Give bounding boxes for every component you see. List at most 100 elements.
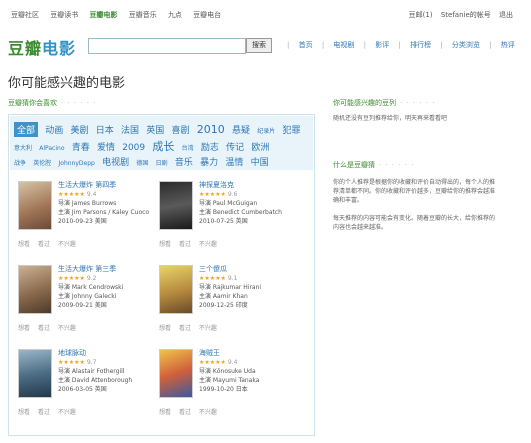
movie-rating: ★★★★★ 9.4: [199, 358, 299, 367]
tag[interactable]: 传记: [226, 140, 244, 153]
movie-poster[interactable]: [159, 349, 193, 398]
tag[interactable]: 意大利: [14, 143, 32, 152]
search-button[interactable]: 搜索: [246, 38, 272, 53]
tag[interactable]: 暴力: [200, 155, 218, 168]
watched-link[interactable]: 看过: [179, 325, 191, 332]
tag[interactable]: 法国: [121, 123, 139, 136]
site-links: 豆瓣社区 豆瓣读书 豆瓣电影 豆瓣音乐 九点 豆瓣电台: [11, 10, 230, 20]
movie-title[interactable]: 生活大爆炸 第四季: [58, 181, 158, 190]
rating-stars: ★★★★★: [58, 275, 85, 282]
movie-title[interactable]: 海贼王: [199, 349, 299, 358]
movie-poster[interactable]: [159, 181, 193, 230]
tag[interactable]: 喜剧: [172, 123, 190, 136]
nav-home[interactable]: 首页: [299, 41, 313, 49]
tag[interactable]: 日本: [96, 123, 114, 136]
nav-reviews[interactable]: 影评: [375, 41, 389, 49]
watched-link[interactable]: 看过: [38, 241, 50, 248]
tag[interactable]: 欧洲: [251, 140, 269, 153]
recommendation-panel: 全部 动画 美剧 日本 法国 英国 喜剧 2010 悬疑 纪录片 犯罪 意大利 …: [8, 114, 315, 436]
tag[interactable]: 犯罪: [282, 123, 300, 136]
sidebar-doulist-text: 随机还没有豆列推荐给你，明天再来看看吧: [333, 115, 448, 122]
movie-poster[interactable]: [18, 349, 52, 398]
tag[interactable]: 德国: [136, 158, 148, 167]
site-link-jiudian[interactable]: 九点: [168, 11, 182, 19]
logo-main: 豆瓣: [8, 39, 43, 58]
dotted-divider: · · · · · ·: [400, 99, 436, 107]
search-input[interactable]: [88, 38, 246, 54]
section-label-text: 豆瓣猜你会喜欢: [8, 99, 57, 107]
site-link-radio[interactable]: 豆瓣电台: [193, 11, 221, 19]
movie-actions: 想看 看过 不兴趣: [18, 323, 82, 332]
tag[interactable]: 爱情: [97, 140, 115, 153]
tag[interactable]: 日剧: [156, 158, 168, 167]
tag[interactable]: 台湾: [182, 143, 194, 152]
movie-title[interactable]: 神探夏洛克: [199, 181, 299, 190]
movie-info: 地球脉动 ★★★★★ 9.7 导演 Alastair Fothergill 主演 …: [58, 349, 158, 394]
watched-link[interactable]: 看过: [179, 241, 191, 248]
rating-score: 9.1: [227, 275, 238, 282]
not-interested-link[interactable]: 不兴趣: [199, 325, 217, 332]
nav-hot-reviews[interactable]: 热评: [501, 41, 515, 49]
site-link-music[interactable]: 豆瓣音乐: [129, 11, 157, 19]
movie-actions: 想看 看过 不兴趣: [159, 239, 223, 248]
tag[interactable]: 音乐: [175, 155, 193, 168]
not-interested-link[interactable]: 不兴趣: [58, 409, 76, 416]
rating-score: 9.2: [86, 275, 97, 282]
movie-title[interactable]: 生活大爆炸 第三季: [58, 265, 158, 274]
want-to-watch-link[interactable]: 想看: [159, 241, 171, 248]
dotted-divider: · · · · · ·: [61, 99, 97, 107]
tag[interactable]: 战争: [14, 158, 26, 167]
tag[interactable]: 动画: [45, 123, 63, 136]
tag[interactable]: 纪录片: [257, 126, 275, 135]
mail-link[interactable]: 豆邮(1): [409, 11, 433, 19]
not-interested-link[interactable]: 不兴趣: [199, 241, 217, 248]
want-to-watch-link[interactable]: 想看: [18, 241, 30, 248]
nav-tv[interactable]: 电视剧: [333, 41, 354, 49]
tag-all[interactable]: 全部: [14, 122, 39, 137]
tag[interactable]: 美剧: [71, 123, 89, 136]
tag[interactable]: JohnnyDepp: [59, 160, 95, 167]
tag[interactable]: AlPacino: [39, 145, 64, 152]
tag[interactable]: 2010: [197, 123, 225, 136]
tag[interactable]: 电视剧: [102, 155, 129, 168]
logout-link[interactable]: 退出: [499, 11, 513, 19]
movie-actions: 想看 看过 不兴趣: [18, 239, 82, 248]
nav-charts[interactable]: 排行榜: [410, 41, 431, 49]
watched-link[interactable]: 看过: [38, 409, 50, 416]
want-to-watch-link[interactable]: 想看: [18, 409, 30, 416]
douban-movie-logo[interactable]: 豆瓣 电影: [8, 35, 75, 59]
tag[interactable]: 英伦腔: [33, 158, 51, 167]
want-to-watch-link[interactable]: 想看: [159, 325, 171, 332]
tag[interactable]: 青春: [72, 140, 90, 153]
site-link-books[interactable]: 豆瓣读书: [50, 11, 78, 19]
not-interested-link[interactable]: 不兴趣: [58, 241, 76, 248]
want-to-watch-link[interactable]: 想看: [159, 409, 171, 416]
tag[interactable]: 温情: [225, 155, 243, 168]
tag[interactable]: 励志: [201, 140, 219, 153]
movie-poster[interactable]: [18, 181, 52, 230]
not-interested-link[interactable]: 不兴趣: [58, 325, 76, 332]
movie-info: 生活大爆炸 第三季 ★★★★★ 9.2 导演 Mark Cendrowski 主演…: [58, 265, 158, 310]
rating-stars: ★★★★★: [58, 359, 85, 366]
nav-browse[interactable]: 分类浏览: [452, 41, 480, 49]
movie-title[interactable]: 地球脉动: [58, 349, 158, 358]
movie-actions: 想看 看过 不兴趣: [159, 407, 223, 416]
tag[interactable]: 英国: [146, 123, 164, 136]
account-link[interactable]: Stefanie的帐号: [441, 11, 491, 19]
movie-date: 2010-07-25 英国: [199, 218, 248, 225]
tag[interactable]: 中国: [251, 155, 269, 168]
watched-link[interactable]: 看过: [179, 409, 191, 416]
movie-title[interactable]: 三个傻瓜: [199, 265, 299, 274]
watched-link[interactable]: 看过: [38, 325, 50, 332]
tag[interactable]: 悬疑: [232, 123, 250, 136]
movie-poster[interactable]: [18, 265, 52, 314]
tag[interactable]: 2009: [122, 143, 145, 153]
tag[interactable]: 成长: [152, 138, 174, 154]
movie-info: 三个傻瓜 ★★★★★ 9.1 导演 Rajkumar Hirani 主演 Aami…: [199, 265, 299, 310]
movie-actions: 想看 看过 不兴趣: [18, 407, 82, 416]
site-link-community[interactable]: 豆瓣社区: [11, 11, 39, 19]
not-interested-link[interactable]: 不兴趣: [199, 409, 217, 416]
want-to-watch-link[interactable]: 想看: [18, 325, 30, 332]
site-link-movie[interactable]: 豆瓣电影: [89, 11, 117, 19]
movie-poster[interactable]: [159, 265, 193, 314]
